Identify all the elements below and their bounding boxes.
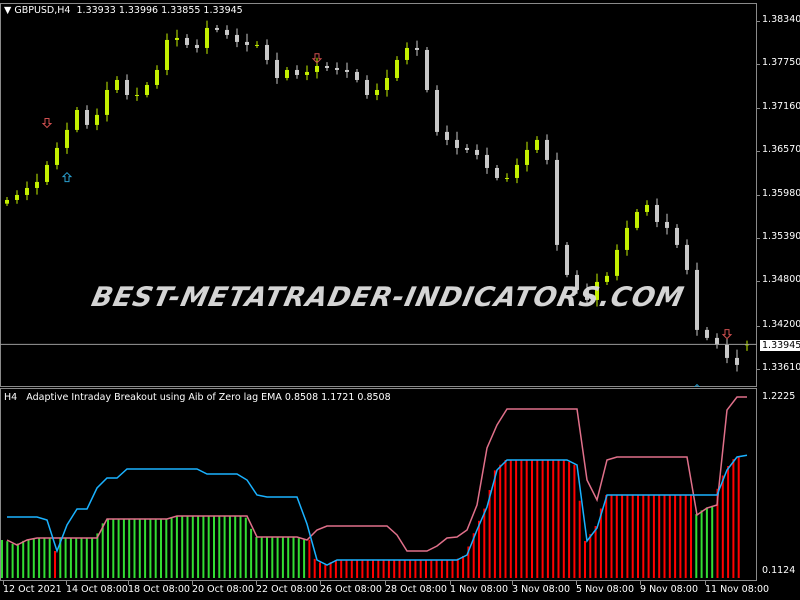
watermark: BEST-METATRADER-INDICATORS.COM [88, 282, 688, 313]
price-tick-label: 1.33610 [762, 361, 800, 373]
price-tick-label: 1.36570 [762, 144, 800, 156]
price-tick-mark [757, 325, 760, 327]
time-tick-label: 14 Oct 08:00 [66, 584, 128, 595]
indicator-tick-label: 0.1124 [762, 565, 796, 577]
symbol-label: GBPUSD,H4 [14, 5, 71, 16]
time-tick-label: 1 Nov 08:00 [450, 584, 509, 595]
price-tick-mark [757, 368, 760, 370]
price-tick-label: 1.35980 [762, 187, 800, 199]
price-tick-mark [757, 151, 760, 153]
time-tick-label: 28 Oct 08:00 [385, 584, 447, 595]
time-tick-label: 11 Nov 08:00 [705, 584, 770, 595]
time-tick-label: 12 Oct 2021 [3, 584, 62, 595]
indicator-title: Adaptive Intraday Breakout using Aib of … [26, 392, 391, 403]
price-tick-mark [757, 20, 760, 22]
indicator-timeframe: H4 [4, 392, 18, 403]
indicator-tick-label: 1.2225 [762, 390, 796, 402]
ohlc-values: 1.33933 1.33996 1.33855 1.33945 [76, 5, 243, 16]
time-tick-label: 5 Nov 08:00 [576, 584, 635, 595]
price-tick-label: 1.37750 [762, 57, 800, 69]
current-price-label: 1.33945 [759, 339, 800, 352]
time-tick-label: 9 Nov 08:00 [640, 584, 699, 595]
time-tick-label: 26 Oct 08:00 [320, 584, 382, 595]
time-tick-label: 18 Oct 08:00 [128, 584, 190, 595]
dropdown-triangle-icon[interactable]: ▼ [4, 5, 11, 16]
indicator-header: H4 Adaptive Intraday Breakout using Aib … [4, 392, 391, 403]
chart-header: ▼ GBPUSD,H4 1.33933 1.33996 1.33855 1.33… [4, 5, 243, 16]
price-tick-mark [757, 64, 760, 66]
price-tick-mark [757, 107, 760, 109]
price-tick-label: 1.37160 [762, 100, 800, 112]
price-tick-mark [757, 194, 760, 196]
price-tick-mark [757, 238, 760, 239]
price-tick-mark [757, 281, 760, 283]
time-tick-label: 22 Oct 08:00 [256, 584, 318, 595]
price-tick-label: 1.35390 [762, 231, 800, 242]
price-tick-label: 1.38340 [762, 13, 800, 25]
price-tick-label: 1.34200 [762, 318, 800, 330]
price-tick-label: 1.34800 [762, 274, 800, 286]
time-tick-label: 20 Oct 08:00 [192, 584, 254, 595]
time-tick-label: 3 Nov 08:00 [512, 584, 571, 595]
